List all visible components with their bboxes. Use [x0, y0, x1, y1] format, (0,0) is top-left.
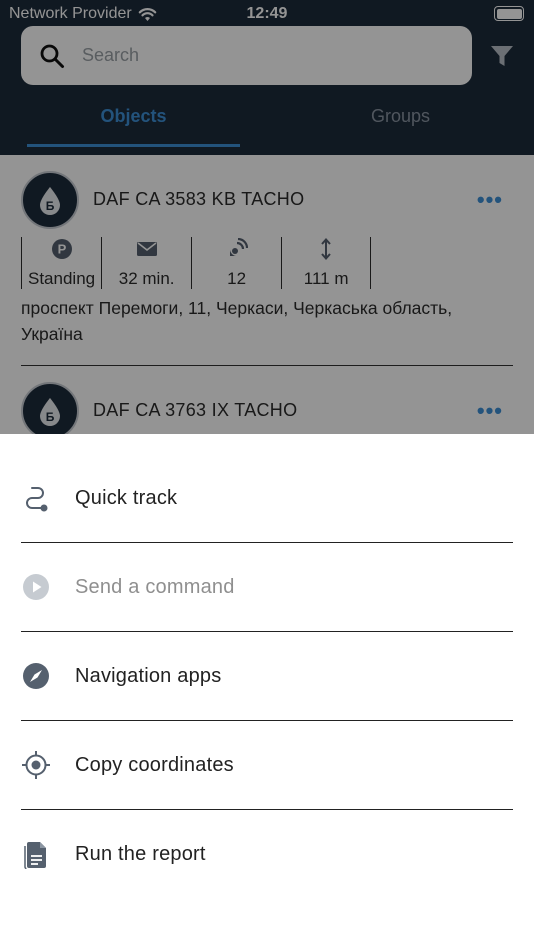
crosshair-icon [21, 750, 51, 780]
action-navigation-apps[interactable]: Navigation apps [21, 632, 513, 721]
action-label: Quick track [75, 486, 178, 509]
action-label: Run the report [75, 843, 206, 865]
action-sheet: Quick track Send a command Navigation ap… [0, 434, 534, 950]
action-label: Send a command [75, 575, 235, 598]
action-send-command[interactable]: Send a command [21, 543, 513, 632]
quick-track-icon [21, 483, 51, 513]
action-label: Copy coordinates [75, 753, 234, 776]
play-circle-icon [21, 572, 51, 602]
action-quick-track[interactable]: Quick track [21, 454, 513, 543]
action-label: Navigation apps [75, 664, 222, 687]
action-run-report[interactable]: Run the report [21, 810, 513, 899]
report-icon [21, 840, 51, 870]
action-copy-coordinates[interactable]: Copy coordinates [21, 721, 513, 810]
compass-icon [21, 661, 51, 691]
